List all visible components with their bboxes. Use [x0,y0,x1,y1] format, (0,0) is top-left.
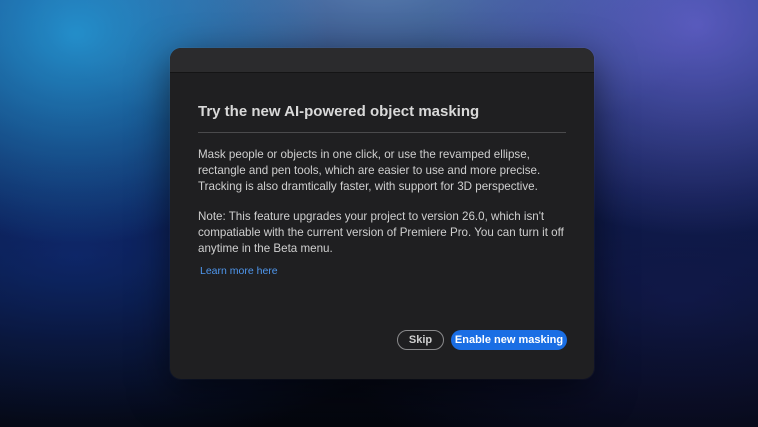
dialog-title: Try the new AI-powered object masking [198,103,480,120]
description-paragraph: Mask people or objects in one click, or … [198,148,541,193]
title-divider [198,132,566,133]
masking-dialog: Try the new AI-powered object masking Ma… [170,48,594,379]
learn-more-link[interactable]: Learn more here [200,265,278,277]
note-paragraph: Note: This feature upgrades your project… [198,210,564,255]
enable-new-masking-button[interactable]: Enable new masking [451,330,567,350]
skip-button[interactable]: Skip [397,330,444,350]
dialog-title-bar[interactable] [170,48,594,73]
